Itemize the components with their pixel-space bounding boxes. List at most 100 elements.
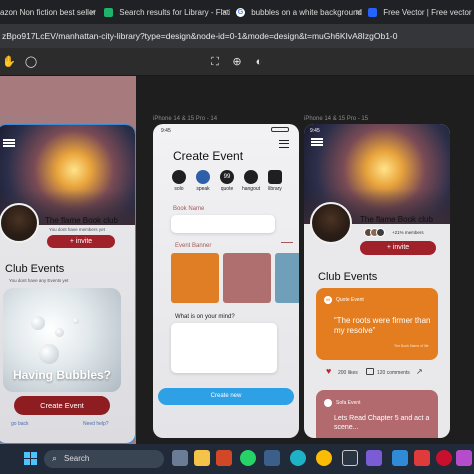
quote-event-icon[interactable]: 99 <box>220 170 234 184</box>
solo-event-icon[interactable] <box>172 170 186 184</box>
sofa-icon <box>324 399 332 407</box>
hangout-event-icon[interactable] <box>244 170 258 184</box>
edge-icon[interactable] <box>290 450 306 466</box>
hangout-label: hangout <box>241 186 261 192</box>
menu-icon[interactable] <box>3 139 15 147</box>
club-events-heading: Club Events <box>318 271 378 283</box>
phone-frame-club-events[interactable]: 9:45 The flame Book club +21% members + … <box>304 124 450 438</box>
bubbles-caption: Having Bubbles? <box>13 368 112 382</box>
create-new-button[interactable]: Create new <box>158 388 294 405</box>
club-events-heading: Club Events <box>5 263 65 275</box>
crop-icon[interactable]: ⛶ <box>208 55 222 69</box>
component-icon[interactable]: ⊕ <box>230 55 244 69</box>
event-quote: “The roots were firmer than my resolve” <box>334 316 431 335</box>
invite-button[interactable]: + invite <box>47 235 115 248</box>
windows-start-icon[interactable] <box>24 452 38 466</box>
event-text: Lets Read Chapter 5 and act a scene... <box>334 415 430 431</box>
frame-label-right: iPhone 14 & 15 Pro - 15 <box>304 116 369 122</box>
tab-label: azon Non fiction best seller <box>0 8 97 17</box>
event-banner-label: Event Banner <box>175 243 212 249</box>
heart-icon[interactable]: ♥ <box>326 366 331 376</box>
banner-option[interactable] <box>223 253 271 303</box>
chrome-icon[interactable] <box>316 450 332 466</box>
url-text: zBpo917LcEV/manhattan-city-library?type=… <box>2 31 398 41</box>
search-label: Search <box>64 454 90 463</box>
invite-button[interactable]: + invite <box>360 241 436 255</box>
no-events-text: You dont have any Events yet <box>9 278 69 283</box>
avatar <box>310 202 352 244</box>
scroll-arrow-icon[interactable] <box>281 242 293 243</box>
opera-icon[interactable] <box>436 450 452 466</box>
close-tab-icon[interactable]: ✕ <box>89 3 96 23</box>
office-app-icon[interactable] <box>414 450 430 466</box>
create-event-button[interactable]: Create Event <box>14 396 110 415</box>
status-time: 9:45 <box>161 128 171 134</box>
tab-google-images[interactable]: G bubbles on a white background ✕ <box>236 3 364 23</box>
quote-icon: 99 <box>324 296 332 304</box>
need-help-link[interactable]: Need help? <box>83 421 109 427</box>
google-favicon-icon: G <box>236 8 245 18</box>
close-tab-icon[interactable]: ✕ <box>355 3 362 23</box>
tab-label: Search results for Library - Flatic <box>119 8 230 17</box>
no-members-text: You dont have members yet <box>49 227 105 232</box>
banner-option[interactable] <box>171 253 219 303</box>
menu-icon[interactable] <box>279 140 289 148</box>
quote-source: The Book Name of life <box>394 344 429 348</box>
hand-tool-icon[interactable]: ✋ <box>2 55 16 69</box>
comment-icon[interactable]: ◯ <box>24 55 38 69</box>
comments-count: 120 comments <box>377 370 410 376</box>
club-name: The flame Book club <box>45 216 118 225</box>
speak-event-icon[interactable] <box>196 170 210 184</box>
figma-icon[interactable] <box>342 450 358 466</box>
file-explorer-icon[interactable] <box>194 450 210 466</box>
windows-taskbar: ⌕ Search <box>0 444 474 474</box>
quote-label: quote <box>220 186 234 192</box>
office-icon[interactable] <box>216 450 232 466</box>
flaticon-favicon-icon <box>104 8 113 18</box>
event-tag: Quote Event <box>336 297 364 303</box>
task-view-icon[interactable] <box>172 450 188 466</box>
speak-label: speak <box>196 186 210 192</box>
browser-tab-bar: azon Non fiction best seller ✕ Search re… <box>0 0 474 24</box>
book-name-input[interactable] <box>171 215 275 233</box>
tab-amazon[interactable]: azon Non fiction best seller ✕ <box>0 3 98 23</box>
search-icon: ⌕ <box>52 453 58 463</box>
app-icon[interactable] <box>392 450 408 466</box>
sofa-event-card[interactable]: Sofa Event Lets Read Chapter 5 and act a… <box>316 390 438 438</box>
comment-icon[interactable] <box>366 368 374 375</box>
likes-count: 200 likes <box>338 370 358 376</box>
taskbar-search-box[interactable]: ⌕ Search <box>44 450 164 468</box>
contrast-icon[interactable]: ◐ <box>252 55 266 69</box>
tab-label: bubbles on a white background <box>251 8 362 17</box>
battery-icon <box>271 127 289 132</box>
store-icon[interactable] <box>264 450 280 466</box>
go-back-link[interactable]: go back <box>11 421 29 427</box>
vscode-icon[interactable] <box>366 450 382 466</box>
menu-icon[interactable] <box>311 138 323 146</box>
whatsapp-icon[interactable] <box>240 450 256 466</box>
page-title: Create Event <box>173 149 244 163</box>
mind-textarea[interactable] <box>171 323 277 373</box>
frame-label-left: iPhone 14 & 15 Pro - 13 <box>0 116 65 122</box>
phone-frame-club-empty[interactable]: The flame Book club You dont have member… <box>0 124 136 444</box>
photos-icon[interactable] <box>456 450 472 466</box>
bubbles-image-card[interactable]: Having Bubbles? <box>3 288 121 392</box>
banner-option[interactable] <box>275 253 299 303</box>
book-name-label: Book Name <box>173 206 205 212</box>
close-tab-icon[interactable]: ✕ <box>221 3 228 23</box>
tab-label: Free Vector | Free vector 3d b <box>383 8 474 17</box>
tab-flaticon[interactable]: Search results for Library - Flatic ✕ <box>104 3 230 23</box>
design-canvas[interactable]: iPhone 14 & 15 Pro - 13 iPhone 14 & 15 P… <box>0 76 474 444</box>
status-time: 9:45 <box>310 128 320 134</box>
quote-event-card[interactable]: 99 Quote Event “The roots were firmer th… <box>316 288 438 360</box>
avatar <box>0 203 39 243</box>
freepik-favicon-icon <box>368 8 377 18</box>
club-name: The flame Book club <box>360 215 433 224</box>
share-icon[interactable]: ↗ <box>416 367 423 376</box>
phone-frame-create-event[interactable]: 9:45 Create Event solo speak 99 quote ha… <box>153 124 299 438</box>
address-bar[interactable]: zBpo917LcEV/manhattan-city-library?type=… <box>0 24 474 48</box>
figma-toolbar: ✋ ◯ ⛶ ⊕ ◐ <box>0 48 474 76</box>
library-label: library <box>268 186 282 192</box>
library-event-icon[interactable] <box>268 170 282 184</box>
tab-freepik[interactable]: Free Vector | Free vector 3d b <box>368 3 474 23</box>
